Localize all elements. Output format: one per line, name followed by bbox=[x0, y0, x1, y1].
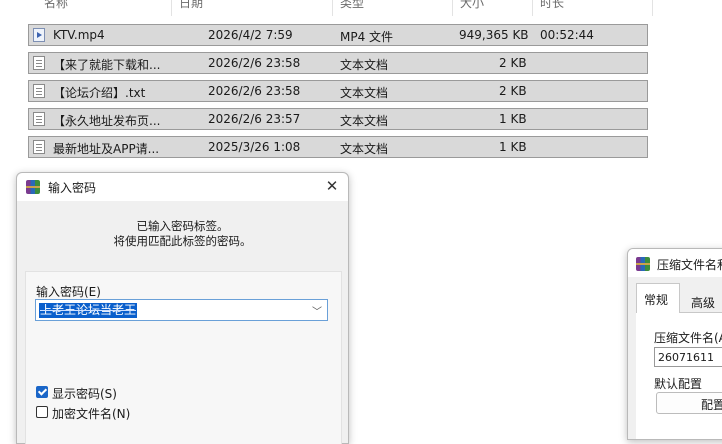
text-file-icon bbox=[33, 112, 45, 126]
dialog-title-bar[interactable]: 输入密码 ✕ bbox=[17, 173, 348, 201]
dialog-message-line1: 已输入密码标签。 bbox=[136, 219, 229, 233]
file-size: 2 KB bbox=[499, 56, 527, 70]
file-size: 1 KB bbox=[499, 140, 527, 154]
column-divider[interactable] bbox=[452, 0, 453, 16]
archive-filename-input[interactable]: 26071611 bbox=[654, 347, 722, 367]
column-header-duration[interactable]: 时长 bbox=[540, 0, 564, 11]
archive-filename-label: 压缩文件名(A bbox=[654, 331, 722, 345]
file-date: 2025/3/26 1:08 bbox=[208, 140, 301, 154]
file-row[interactable]: 最新地址及APP请... 2025/3/26 1:08 文本文档 1 KB bbox=[28, 136, 648, 158]
file-list-header: 名称 日期 类型 大小 时长 bbox=[0, 0, 655, 16]
password-combobox[interactable]: 上老王论坛当老王 ﹀ bbox=[35, 299, 328, 321]
archive-name-dialog: 压缩文件名和 常规 高级 压缩文件名(A 26071611 默认配置 配置 bbox=[627, 248, 722, 440]
chevron-down-icon[interactable]: ﹀ bbox=[312, 303, 322, 318]
password-value: 上老王论坛当老王 bbox=[39, 303, 138, 318]
file-date: 2026/2/6 23:58 bbox=[208, 84, 301, 98]
column-header-type[interactable]: 类型 bbox=[340, 0, 364, 11]
file-name: 最新地址及APP请... bbox=[53, 142, 160, 156]
file-date: 2026/4/2 7:59 bbox=[208, 28, 293, 42]
file-date: 2026/2/6 23:58 bbox=[208, 56, 301, 70]
file-row[interactable]: 【来了就能下载和... 2026/2/6 23:58 文本文档 2 KB bbox=[28, 52, 648, 74]
file-type: MP4 文件 bbox=[340, 30, 394, 44]
file-row[interactable]: KTV.mp4 2026/4/2 7:59 MP4 文件 949,365 KB … bbox=[28, 24, 648, 46]
file-type: 文本文档 bbox=[340, 86, 389, 100]
config-button[interactable]: 配置 bbox=[656, 392, 722, 414]
column-divider[interactable] bbox=[532, 0, 533, 16]
column-divider[interactable] bbox=[332, 0, 333, 16]
video-file-icon bbox=[33, 28, 45, 42]
show-password-checkbox[interactable] bbox=[36, 386, 48, 398]
winrar-app-icon bbox=[636, 257, 650, 271]
file-date: 2026/2/6 23:57 bbox=[208, 112, 301, 126]
password-dialog: 输入密码 ✕ 已输入密码标签。 将使用匹配此标签的密码。 输入密码(E) 上老王… bbox=[16, 172, 349, 444]
default-config-label: 默认配置 bbox=[654, 377, 703, 391]
encrypt-filenames-checkbox[interactable] bbox=[36, 406, 48, 418]
tab-advanced[interactable]: 高级 bbox=[691, 294, 715, 311]
file-name: 【来了就能下载和... bbox=[53, 58, 161, 72]
file-row[interactable]: 【永久地址发布页... 2026/2/6 23:57 文本文档 1 KB bbox=[28, 108, 648, 130]
winrar-app-icon bbox=[26, 180, 40, 194]
column-header-name[interactable]: 名称 bbox=[44, 0, 68, 11]
dialog-message-line2: 将使用匹配此标签的密码。 bbox=[113, 234, 252, 248]
file-name: KTV.mp4 bbox=[53, 28, 105, 42]
file-type: 文本文档 bbox=[340, 142, 389, 156]
show-password-label[interactable]: 显示密码(S) bbox=[52, 385, 117, 402]
file-type: 文本文档 bbox=[340, 58, 389, 72]
file-name: 【论坛介绍】.txt bbox=[53, 86, 146, 100]
close-icon[interactable]: ✕ bbox=[324, 178, 340, 194]
file-size: 2 KB bbox=[499, 84, 527, 98]
column-header-date[interactable]: 日期 bbox=[179, 0, 203, 11]
dialog-title: 压缩文件名和 bbox=[657, 258, 722, 272]
file-size: 949,365 KB bbox=[459, 28, 529, 42]
text-file-icon bbox=[33, 140, 45, 154]
dialog-title-bar[interactable]: 压缩文件名和 bbox=[628, 249, 722, 277]
dialog-title: 输入密码 bbox=[48, 181, 97, 195]
file-name: 【永久地址发布页... bbox=[53, 114, 161, 128]
file-row[interactable]: 【论坛介绍】.txt 2026/2/6 23:58 文本文档 2 KB bbox=[28, 80, 648, 102]
tab-general[interactable]: 常规 bbox=[636, 283, 680, 313]
text-file-icon bbox=[33, 56, 45, 70]
password-label: 输入密码(E) bbox=[36, 285, 101, 299]
encrypt-filenames-label[interactable]: 加密文件名(N) bbox=[52, 405, 130, 422]
file-type: 文本文档 bbox=[340, 114, 389, 128]
column-divider[interactable] bbox=[171, 0, 172, 16]
file-size: 1 KB bbox=[499, 112, 527, 126]
file-duration: 00:52:44 bbox=[540, 28, 594, 42]
text-file-icon bbox=[33, 84, 45, 98]
column-divider[interactable] bbox=[652, 0, 653, 16]
column-header-size[interactable]: 大小 bbox=[460, 0, 484, 11]
